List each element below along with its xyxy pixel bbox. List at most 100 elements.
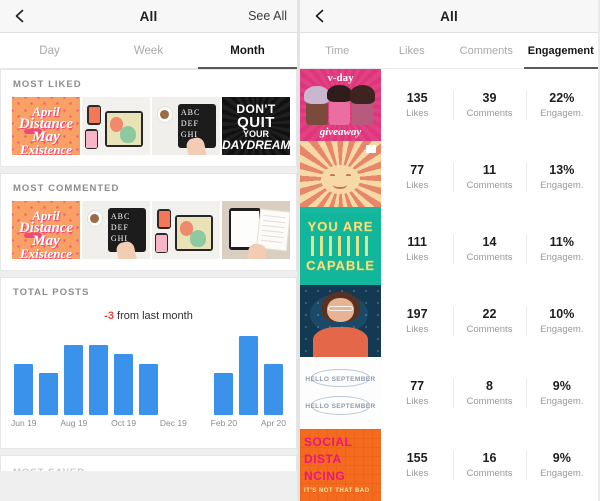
likes-value: 135 (406, 90, 428, 105)
hello-september-art: HELLO SEPTEMBER HELLO SEPTEMBER (300, 357, 381, 429)
thumbnail-dont-quit-daydream[interactable]: DON'T QUIT YOUR DAYDREAM (222, 97, 290, 155)
caption-bottom: giveaway (319, 126, 362, 139)
bar-slot (111, 331, 136, 415)
post-thumbnail[interactable]: SOCIAL DISTA NCING IT'S NOT THAT BAD (300, 429, 381, 501)
poster-line-3: NCING (304, 469, 346, 484)
tab-day[interactable]: Day (0, 33, 99, 68)
september-label-1: HELLO SEPTEMBER (305, 375, 376, 383)
bar-slot (136, 331, 161, 415)
sun-face (321, 165, 360, 195)
likes-value: 111 (407, 234, 427, 249)
list-item[interactable]: SOCIAL DISTA NCING IT'S NOT THAT BAD 155… (300, 429, 598, 501)
poster-line-1: SOCIAL (304, 434, 353, 449)
coffee-tablet-art: ABC DEF GHI (82, 201, 150, 259)
bar-slot (11, 331, 36, 415)
tab-week[interactable]: Week (99, 33, 198, 68)
bar-slot (186, 331, 211, 415)
caption-top: v-day (327, 71, 354, 84)
most-commented-card: MOST COMMENTED April Distance May Existe… (0, 173, 297, 271)
chart-bar (14, 363, 33, 415)
left-scroll-body[interactable]: MOST LIKED April Distance May Existence (0, 69, 297, 501)
x-axis-tick-label: Apr 20 (260, 418, 286, 428)
list-item[interactable]: v-day giveaway 135 Likes 39 Comments 22% (300, 69, 598, 141)
tab-time[interactable]: Time (300, 33, 375, 68)
left-navbar: All See All (0, 0, 297, 33)
engagement-value: 13% (549, 162, 575, 177)
chart-bars (11, 331, 286, 415)
comments-label: Comments (466, 107, 513, 119)
chart-bar (239, 335, 258, 415)
bar-slot (36, 331, 61, 415)
engagement-value: 22% (549, 90, 575, 105)
list-item[interactable]: 77 Likes 11 Comments 13% Engagem. (300, 141, 598, 213)
comments-value: 39 (482, 90, 497, 105)
post-thumbnail[interactable]: v-day giveaway (300, 69, 381, 141)
post-list[interactable]: v-day giveaway 135 Likes 39 Comments 22% (300, 69, 598, 501)
most-liked-title: MOST LIKED (13, 79, 82, 90)
x-axis-tick-label: Oct 19 (111, 418, 137, 428)
delta-line: -3 from last month (1, 310, 296, 322)
thumbnail-devices-flatlay[interactable] (152, 201, 220, 259)
thumbnail-coffee-tablet[interactable]: ABC DEF GHI (152, 97, 220, 155)
most-commented-title: MOST COMMENTED (13, 183, 120, 194)
engagement-value: 11% (549, 234, 574, 249)
see-all-button[interactable]: See All (248, 9, 287, 23)
engagement-label: Engagem. (540, 467, 584, 479)
thumbnail-april-distance[interactable]: April Distance May Existence (12, 201, 80, 259)
likes-label: Likes (406, 467, 429, 479)
comments-label: Comments (466, 251, 513, 263)
thumbnail-coffee-tablet[interactable]: ABC DEF GHI (82, 201, 150, 259)
engagement-value: 10% (549, 306, 575, 321)
stat-likes: 77 Likes (381, 372, 453, 414)
thumbnail-sketch-tablet[interactable] (222, 201, 290, 259)
eye-left (330, 174, 336, 177)
bar-slot (86, 331, 111, 415)
glasses-icon (328, 305, 353, 311)
list-item[interactable]: 197 Likes 22 Comments 10% Engagem. (300, 285, 598, 357)
post-thumbnail[interactable]: HELLO SEPTEMBER HELLO SEPTEMBER (300, 357, 381, 429)
person-figure (327, 85, 352, 126)
post-stats: 77 Likes 8 Comments 9% Engagem. (381, 357, 598, 429)
post-thumbnail[interactable] (300, 141, 381, 213)
back-icon[interactable] (312, 8, 328, 24)
tab-engagement[interactable]: Engagement (523, 33, 599, 69)
stat-comments: 14 Comments (453, 228, 525, 270)
tablet-icon (175, 214, 214, 251)
comments-label: Comments (466, 323, 513, 335)
v-day-giveaway-art: v-day giveaway (300, 69, 381, 141)
post-thumbnail[interactable]: YOU ARE CAPABLE (300, 213, 381, 285)
engagement-label: Engagem. (540, 107, 584, 119)
post-thumbnail[interactable] (300, 285, 381, 357)
thumbnail-devices-flatlay[interactable] (82, 97, 150, 155)
bar-slot (261, 331, 286, 415)
comments-label: Comments (466, 395, 513, 407)
list-item[interactable]: YOU ARE CAPABLE 111 Likes 14 Comments 11… (300, 213, 598, 285)
tablet-icon (105, 110, 144, 147)
list-item[interactable]: HELLO SEPTEMBER HELLO SEPTEMBER 77 Likes… (300, 357, 598, 429)
left-panel-insights-overview: All See All Day Week Month MOST LIKED Ap… (0, 0, 299, 501)
most-saved-title: MOST SAVED (1, 456, 296, 471)
total-posts-card: TOTAL POSTS -3 from last month Jun 19·Au… (0, 277, 297, 449)
bar-slot (236, 331, 261, 415)
post-stats: 135 Likes 39 Comments 22% Engagem. (381, 69, 598, 141)
app-root: All See All Day Week Month MOST LIKED Ap… (0, 0, 600, 501)
most-saved-card-partial[interactable]: MOST SAVED (0, 455, 297, 471)
likes-label: Likes (406, 179, 429, 191)
tab-likes[interactable]: Likes (375, 33, 450, 68)
engagement-label: Engagem. (540, 323, 584, 335)
x-axis-tick-label: Aug 19 (60, 418, 88, 428)
stat-likes: 197 Likes (381, 300, 453, 342)
most-liked-thumb-row: April Distance May Existence ABC DEF GHI… (1, 97, 296, 166)
tab-comments[interactable]: Comments (449, 33, 524, 68)
stat-comments: 8 Comments (453, 372, 525, 414)
coffee-cup-icon (156, 106, 174, 123)
bar-slot (211, 331, 236, 415)
you-are-capable-art: YOU ARE CAPABLE (300, 213, 381, 285)
social-distancing-art: SOCIAL DISTA NCING IT'S NOT THAT BAD (300, 429, 381, 501)
post-stats: 197 Likes 22 Comments 10% Engagem. (381, 285, 598, 357)
timeframe-tabbar: Day Week Month (0, 33, 297, 69)
tab-month[interactable]: Month (198, 33, 297, 69)
comments-value: 8 (486, 378, 493, 393)
thumbnail-april-distance[interactable]: April Distance May Existence (12, 97, 80, 155)
back-icon[interactable] (12, 8, 28, 24)
